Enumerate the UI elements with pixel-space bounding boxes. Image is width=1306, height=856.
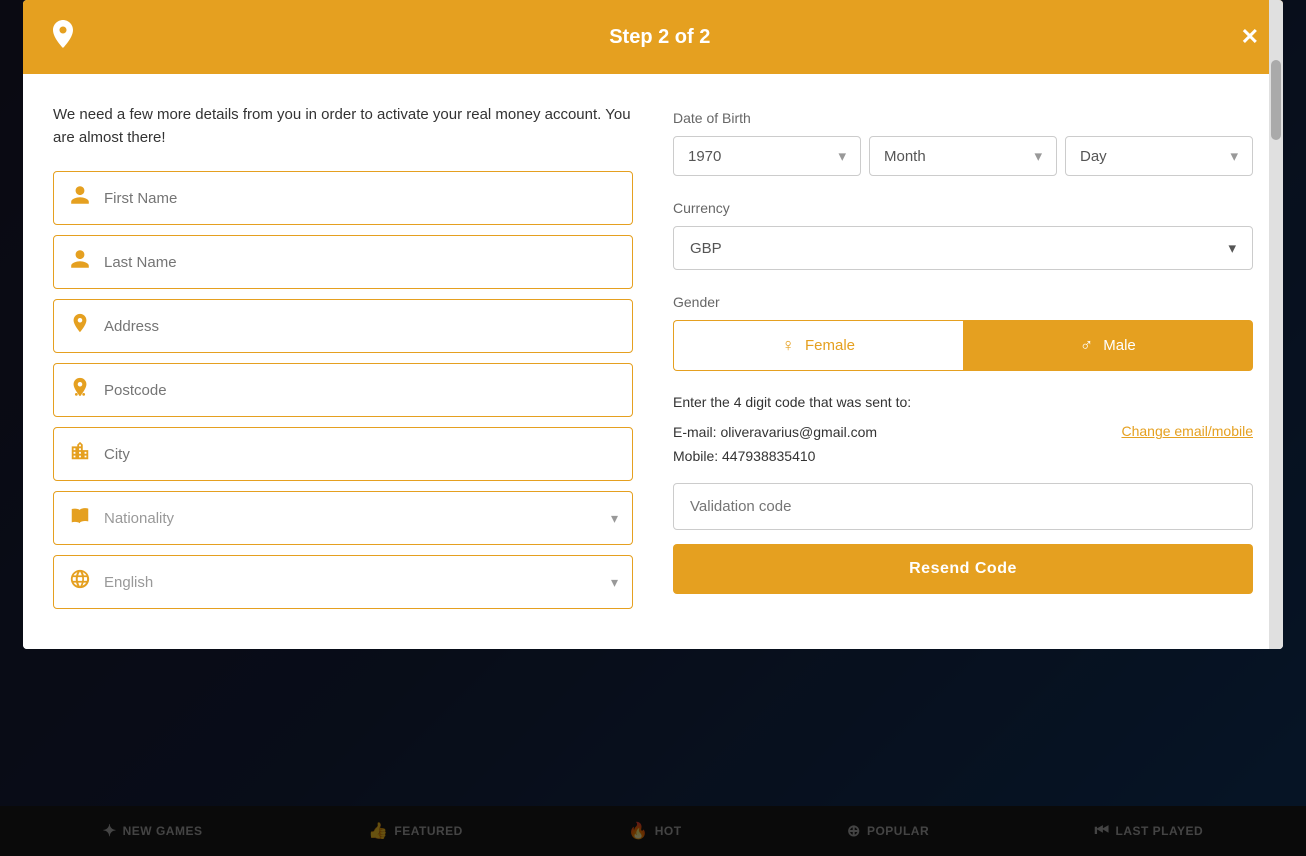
chevron-year-icon: ▾	[838, 147, 846, 165]
dob-label: Date of Birth	[673, 110, 1253, 126]
dob-month-value: Month	[884, 148, 926, 165]
email-text: E-mail: oliveravarius@gmail.com	[673, 421, 877, 445]
resend-code-button[interactable]: Resend Code	[673, 544, 1253, 594]
city-input[interactable]	[104, 446, 618, 463]
validation-code-input[interactable]	[673, 483, 1253, 530]
nationality-label: Nationality	[104, 510, 599, 527]
code-prompt-text: Enter the 4 digit code that was sent to:	[673, 391, 1253, 413]
postcode-field	[53, 363, 633, 417]
currency-value: GBP	[690, 240, 722, 257]
male-icon: ♂	[1080, 335, 1094, 356]
right-column: Date of Birth 1970 ▾ Month ▾ Day ▾	[673, 104, 1253, 619]
globe-icon	[68, 568, 92, 596]
gender-male-button[interactable]: ♂ Male	[963, 320, 1254, 371]
dob-row: 1970 ▾ Month ▾ Day ▾	[673, 136, 1253, 176]
person-icon	[68, 184, 92, 212]
address-field	[53, 299, 633, 353]
last-name-input[interactable]	[104, 254, 618, 271]
email-mobile-row: E-mail: oliveravarius@gmail.com Mobile: …	[673, 421, 1253, 469]
gender-female-button[interactable]: ♀ Female	[673, 320, 963, 371]
modal-overlay: Step 2 of 2 ✕ We need a few more details…	[0, 0, 1306, 856]
close-button[interactable]: ✕	[1241, 24, 1259, 50]
last-name-field	[53, 235, 633, 289]
modal-title: Step 2 of 2	[79, 26, 1241, 49]
female-icon: ♀	[781, 335, 795, 356]
language-select[interactable]: English ▾	[53, 555, 633, 609]
book-icon	[68, 504, 92, 532]
city-field	[53, 427, 633, 481]
modal-header: Step 2 of 2 ✕	[23, 0, 1283, 74]
intro-text: We need a few more details from you in o…	[53, 104, 633, 149]
dob-year-select[interactable]: 1970 ▾	[673, 136, 861, 176]
gender-label: Gender	[673, 294, 1253, 310]
gender-row: ♀ Female ♂ Male	[673, 320, 1253, 371]
scrollbar-thumb[interactable]	[1271, 60, 1281, 140]
male-label: Male	[1103, 337, 1136, 354]
postcode-input[interactable]	[104, 382, 618, 399]
registration-modal: Step 2 of 2 ✕ We need a few more details…	[23, 0, 1283, 649]
left-column: We need a few more details from you in o…	[53, 104, 633, 619]
female-label: Female	[805, 337, 855, 354]
postcode-icon	[68, 376, 92, 404]
chevron-down-icon-2: ▾	[611, 574, 618, 591]
change-email-mobile-link[interactable]: Change email/mobile	[1121, 423, 1253, 439]
city-icon	[68, 440, 92, 468]
modal-body: We need a few more details from you in o…	[23, 74, 1283, 649]
chevron-month-icon: ▾	[1034, 147, 1042, 165]
logo-icon	[47, 18, 79, 56]
first-name-input[interactable]	[104, 190, 618, 207]
email-mobile-text: E-mail: oliveravarius@gmail.com Mobile: …	[673, 421, 877, 469]
dob-month-select[interactable]: Month ▾	[869, 136, 1057, 176]
chevron-day-icon: ▾	[1230, 147, 1238, 165]
first-name-field	[53, 171, 633, 225]
language-label: English	[104, 574, 599, 591]
dob-year-value: 1970	[688, 148, 721, 165]
address-input[interactable]	[104, 318, 618, 335]
mobile-text: Mobile: 447938835410	[673, 445, 877, 469]
nationality-select[interactable]: Nationality ▾	[53, 491, 633, 545]
currency-label: Currency	[673, 200, 1253, 216]
person-icon-2	[68, 248, 92, 276]
dob-day-value: Day	[1080, 148, 1107, 165]
chevron-currency-icon: ▾	[1228, 239, 1236, 257]
scrollbar-track[interactable]	[1269, 0, 1283, 649]
dob-day-select[interactable]: Day ▾	[1065, 136, 1253, 176]
currency-select[interactable]: GBP ▾	[673, 226, 1253, 270]
location-icon	[68, 312, 92, 340]
chevron-down-icon: ▾	[611, 510, 618, 527]
